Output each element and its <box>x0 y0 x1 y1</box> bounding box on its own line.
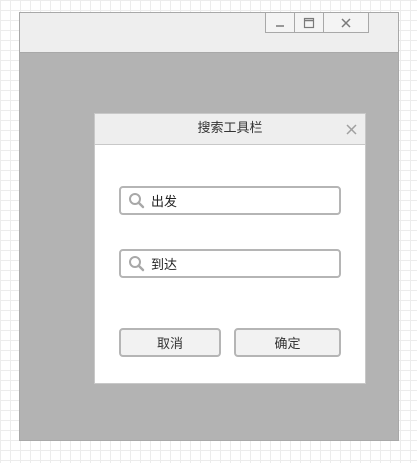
close-icon <box>345 123 357 135</box>
ok-button[interactable]: 确定 <box>234 328 341 357</box>
depart-search-field[interactable] <box>119 186 341 215</box>
search-toolbar-dialog: 搜索工具栏 出发 到达 取消 确定 <box>94 113 366 384</box>
dialog-title: 搜索工具栏 <box>197 121 263 136</box>
cancel-button[interactable]: 取消 <box>119 328 221 357</box>
dialog-close-button[interactable] <box>343 121 359 137</box>
search-icon <box>127 192 145 210</box>
window-controls <box>265 13 369 33</box>
maximize-icon <box>303 17 315 28</box>
dialog-header: 搜索工具栏 <box>95 114 365 145</box>
depart-input[interactable] <box>151 193 331 208</box>
window-close-button[interactable] <box>323 13 369 33</box>
arrive-search-field[interactable] <box>119 249 341 278</box>
minimize-icon <box>276 24 284 27</box>
window-titlebar <box>20 13 398 53</box>
maximize-button[interactable] <box>294 13 324 33</box>
close-icon <box>341 17 351 28</box>
minimize-button[interactable] <box>265 13 295 33</box>
app-window: 搜索工具栏 出发 到达 取消 确定 <box>19 12 399 441</box>
search-icon <box>127 255 145 273</box>
arrive-input[interactable] <box>151 256 331 271</box>
